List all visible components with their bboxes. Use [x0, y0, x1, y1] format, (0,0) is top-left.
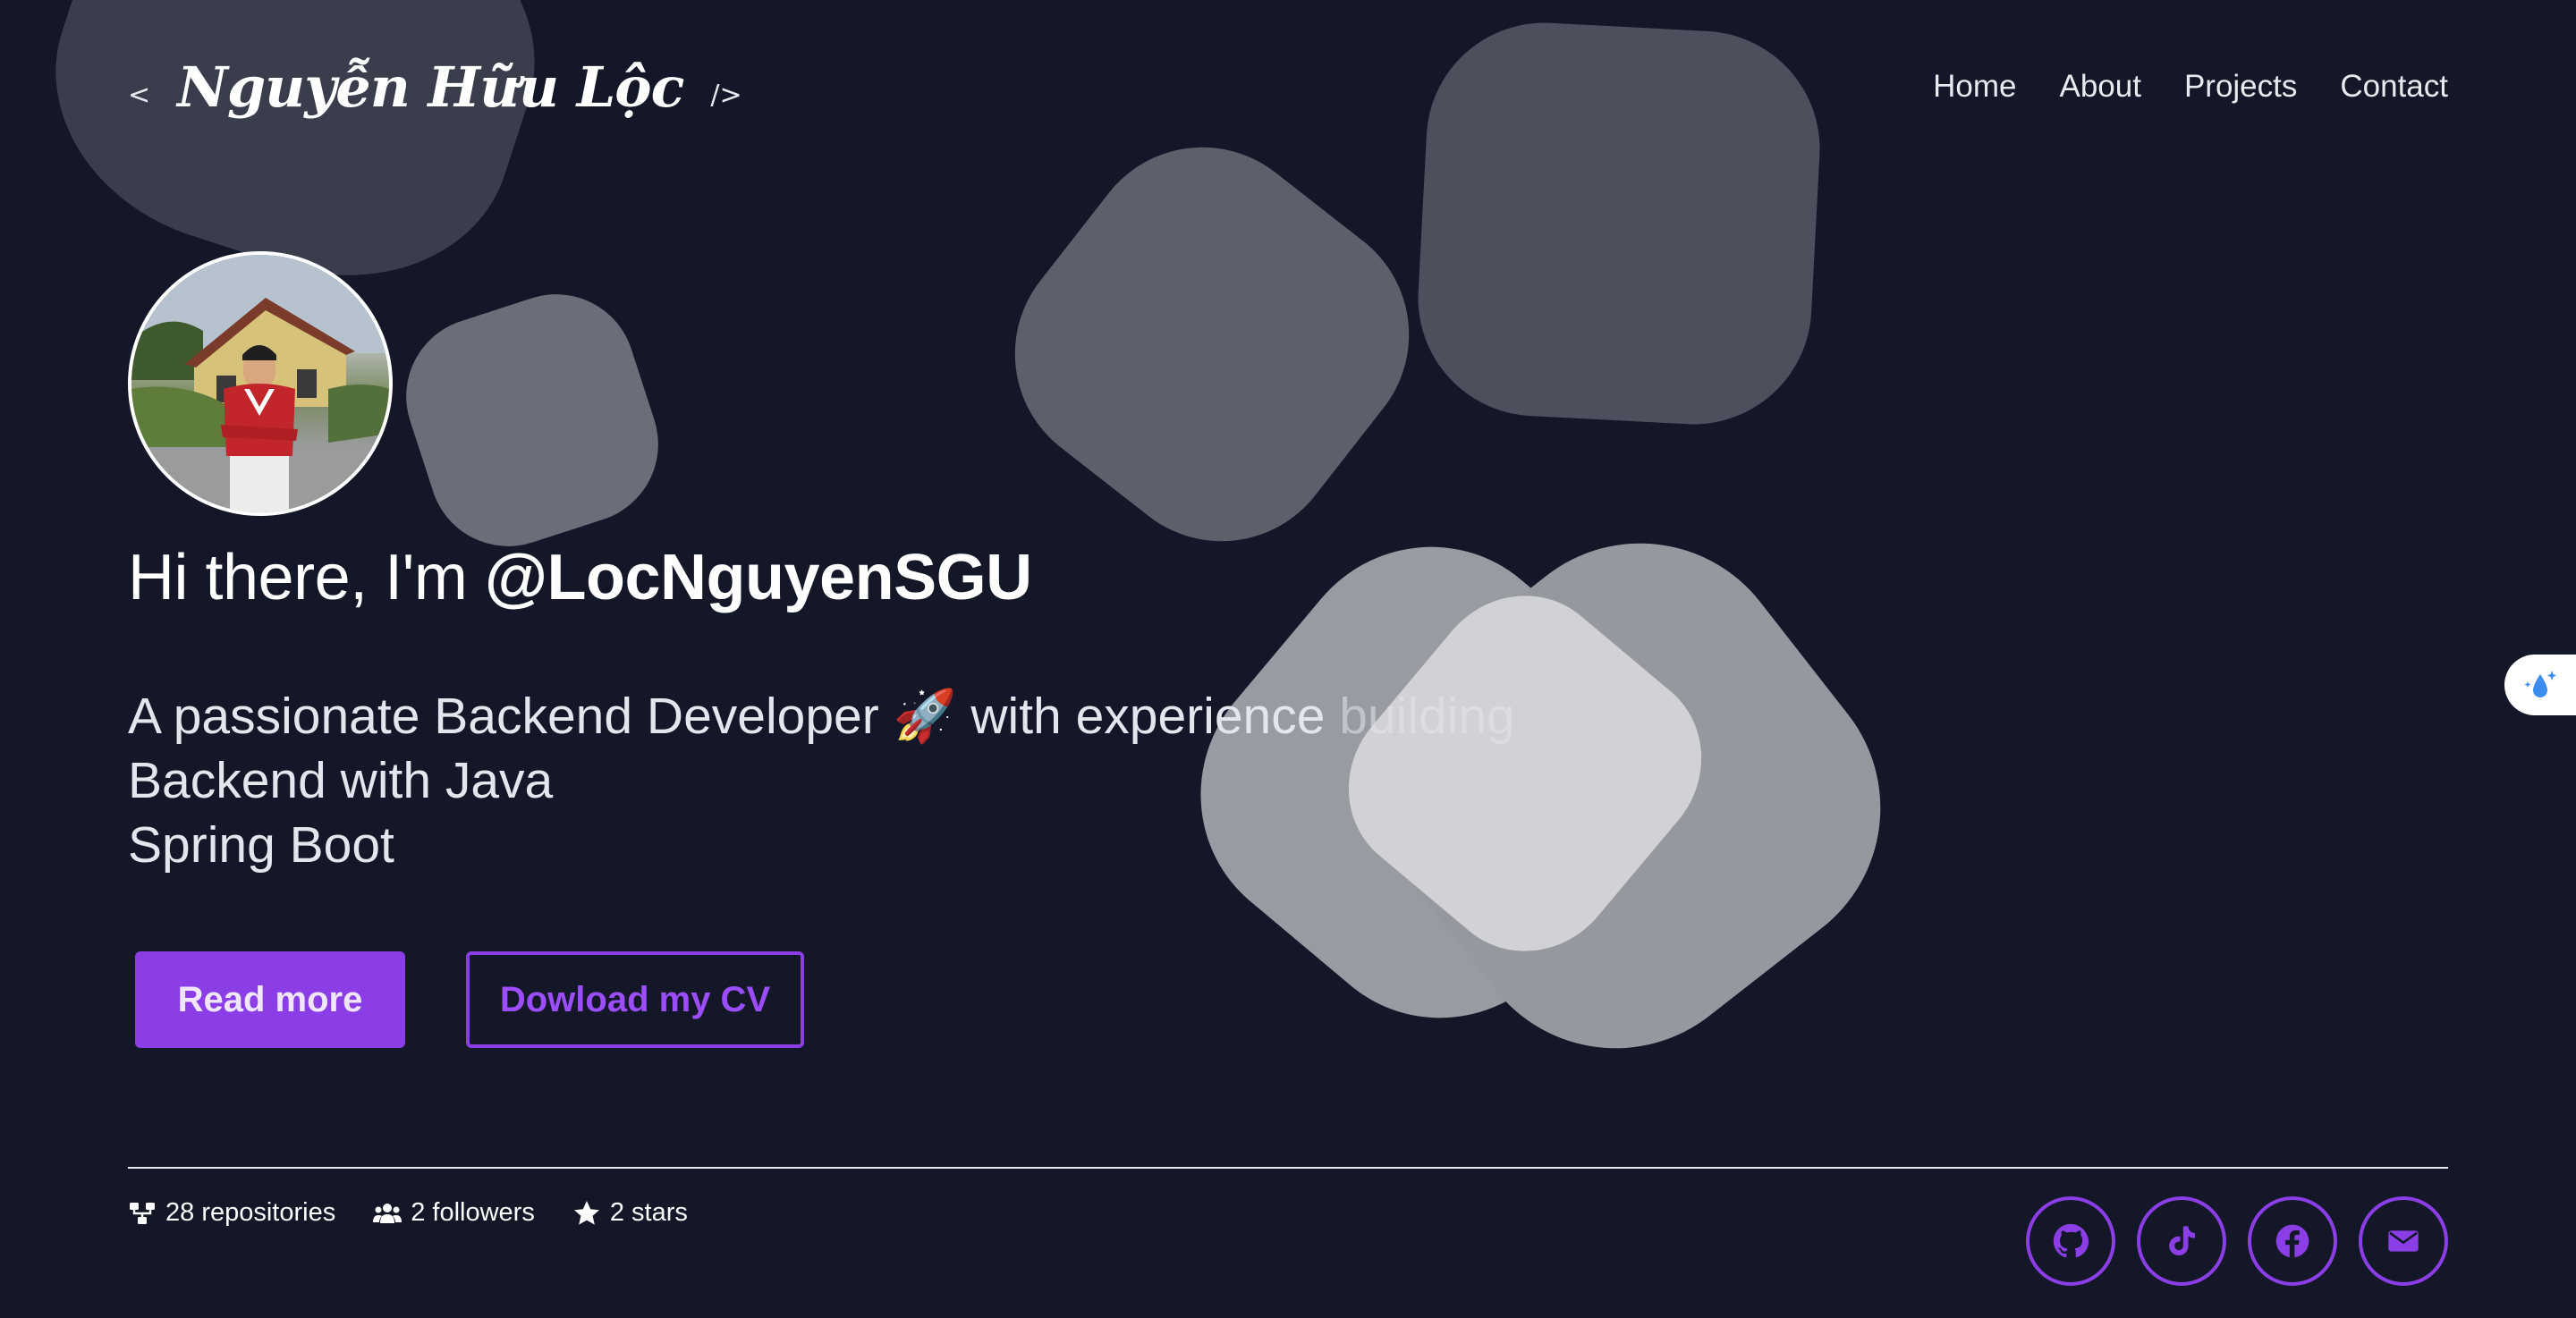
mail-icon — [2388, 1230, 2419, 1252]
stat-repositories: 28 repositories — [128, 1198, 335, 1228]
main-nav: Home About Projects Contact — [1933, 69, 2448, 105]
brand-logo-link[interactable]: < Nguyễn Hữu Lộc /> — [128, 55, 742, 120]
github-stats: 28 repositories 2 followers 2 stars — [128, 1198, 688, 1228]
side-widget-button[interactable] — [2504, 655, 2576, 715]
tiktok-icon — [2169, 1226, 2195, 1256]
decorative-blob — [386, 274, 679, 567]
tagline-line-1-fade: building — [1339, 688, 1515, 745]
stat-stars: 2 stars — [572, 1198, 688, 1228]
social-links — [2026, 1196, 2448, 1286]
stat-stars-label: 2 stars — [609, 1198, 688, 1227]
site-header: < Nguyễn Hữu Lộc /> Home About Projects … — [128, 46, 2448, 127]
github-icon — [2053, 1223, 2089, 1258]
mail-link[interactable] — [2359, 1196, 2448, 1286]
stat-followers-label: 2 followers — [411, 1198, 535, 1227]
decorative-blob — [967, 99, 1457, 589]
tiktok-link[interactable] — [2137, 1196, 2226, 1286]
stat-repositories-label: 28 repositories — [165, 1198, 336, 1227]
download-cv-button[interactable]: Dowload my CV — [466, 951, 804, 1048]
tagline-line-2: Backend with Java — [128, 752, 554, 809]
followers-icon — [373, 1203, 402, 1223]
avatar — [128, 251, 393, 516]
droplet-sparkle-icon — [2524, 671, 2556, 697]
facebook-icon — [2275, 1224, 2309, 1258]
tagline-line-1-text: A passionate Backend Developer 🚀 with ex… — [128, 688, 1340, 745]
repository-icon — [130, 1202, 155, 1224]
footer-divider — [128, 1167, 2448, 1169]
stat-followers: 2 followers — [373, 1198, 535, 1228]
greeting-prefix: Hi there, I'm — [128, 542, 485, 613]
nav-home[interactable]: Home — [1933, 69, 2016, 105]
hero-tagline: A passionate Backend Developer 🚀 with ex… — [128, 684, 1559, 877]
nav-projects[interactable]: Projects — [2184, 69, 2297, 105]
brand-close-bracket: /> — [710, 79, 742, 111]
star-icon — [573, 1200, 599, 1225]
tagline-line-3: Spring Boot — [128, 816, 394, 874]
brand-open-bracket: < — [128, 79, 151, 111]
profile-photo-icon — [131, 255, 389, 512]
nav-contact[interactable]: Contact — [2340, 69, 2448, 105]
nav-about[interactable]: About — [2059, 69, 2140, 105]
facebook-link[interactable] — [2248, 1196, 2337, 1286]
greeting-handle: @LocNguyenSGU — [484, 542, 1032, 613]
brand-name: Nguyễn Hữu Lộc — [177, 54, 684, 120]
read-more-button[interactable]: Read more — [135, 951, 405, 1048]
github-link[interactable] — [2026, 1196, 2115, 1286]
hero-greeting: Hi there, I'm @LocNguyenSGU — [128, 541, 1032, 614]
tagline-line-1: A passionate Backend Developer 🚀 with ex… — [128, 684, 1559, 748]
